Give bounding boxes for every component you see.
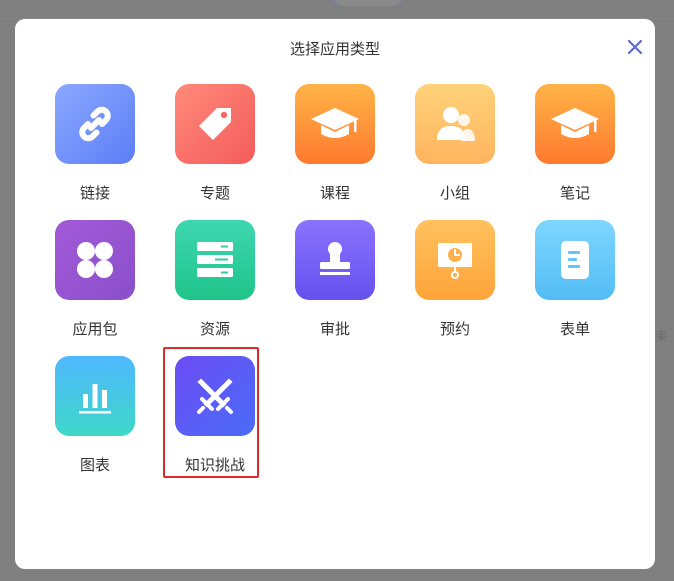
app-type-label: 链接: [79, 184, 110, 202]
app-icon-tile: [55, 356, 135, 436]
app-type-label: 笔记: [559, 184, 590, 202]
document-icon: [561, 241, 589, 279]
graduation-cap-icon: [311, 108, 359, 138]
app-icon-tile: [175, 220, 255, 300]
app-type-notes[interactable]: 笔记: [525, 84, 625, 208]
app-type-appointment[interactable]: 预约: [405, 220, 505, 344]
stamp-icon: [320, 242, 350, 275]
app-icon-tile: [295, 84, 375, 164]
app-type-label: 预约: [439, 320, 470, 338]
close-button[interactable]: [624, 36, 646, 58]
app-type-topic[interactable]: 专题: [165, 84, 265, 208]
modal-title: 选择应用类型: [289, 40, 380, 58]
app-icon-tile: [535, 84, 615, 164]
close-icon: [628, 40, 642, 54]
app-type-label: 小组: [439, 184, 470, 202]
app-type-modal: 选择应用类型 链接 专题 课程 小组 笔记 应用包 资源 审批 预约 表单 图表…: [15, 19, 655, 569]
app-type-label: 资源: [199, 320, 230, 338]
app-type-label: 表单: [559, 320, 590, 338]
app-type-label: 图表: [79, 456, 110, 474]
background-pill-button: [333, 0, 403, 6]
server-icon: [197, 242, 233, 277]
app-type-chart[interactable]: 图表: [45, 356, 145, 480]
background-side-text: 耒: [655, 330, 669, 345]
app-type-label: 应用包: [72, 320, 118, 338]
app-icon-tile: [55, 84, 135, 164]
link-icon: [79, 106, 111, 142]
app-icon-tile: [55, 220, 135, 300]
presentation-clock-icon: [438, 243, 472, 279]
group-users-icon: [437, 107, 475, 141]
app-icon-tile: [415, 84, 495, 164]
app-type-approval[interactable]: 审批: [285, 220, 385, 344]
app-type-link[interactable]: 链接: [45, 84, 145, 208]
app-type-course[interactable]: 课程: [285, 84, 385, 208]
selection-highlight: [163, 347, 259, 478]
app-type-resource[interactable]: 资源: [165, 220, 265, 344]
app-type-app-package[interactable]: 应用包: [45, 220, 145, 344]
app-type-group[interactable]: 小组: [405, 84, 505, 208]
app-type-label: 专题: [199, 184, 230, 202]
app-icon-tile: [175, 84, 255, 164]
app-icon-tile: [535, 220, 615, 300]
graduation-cap-icon: [551, 108, 599, 138]
app-type-form[interactable]: 表单: [525, 220, 625, 344]
app-icon-tile: [415, 220, 495, 300]
four-petal-icon: [77, 242, 113, 278]
app-icon-tile: [295, 220, 375, 300]
app-type-label: 审批: [319, 320, 350, 338]
bar-chart-icon: [79, 384, 111, 414]
app-type-label: 课程: [319, 184, 350, 202]
tag-icon: [199, 108, 231, 140]
